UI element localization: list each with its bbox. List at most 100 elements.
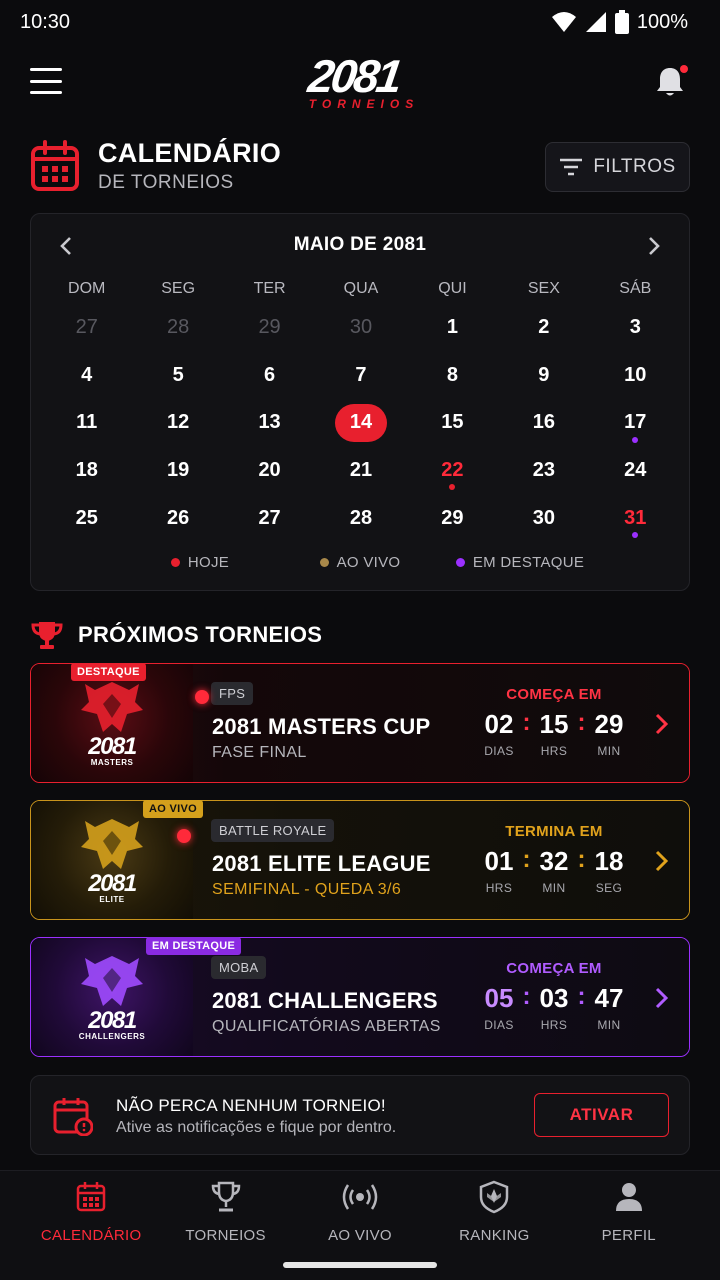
calendar-day[interactable]: 3 <box>590 304 681 352</box>
calendar-day[interactable]: 31 <box>590 494 681 542</box>
timer-unit-label: MIN <box>542 881 566 895</box>
calendar-card: MAIO DE 2081 DOM SEG TER QUA QUI SEX SÁB 27 28 2… <box>30 213 690 591</box>
calendar-day[interactable]: 20 <box>224 447 315 495</box>
calendar-day-number: 30 <box>349 316 373 339</box>
calendar-day[interactable]: 29 <box>407 494 498 542</box>
calendar-day[interactable]: 11 <box>41 399 132 447</box>
chevron-right-icon[interactable] <box>641 234 665 258</box>
calendar-day[interactable]: 26 <box>132 494 223 542</box>
trophy-icon <box>31 622 63 649</box>
timer-label: TERMINA EM <box>505 823 603 840</box>
calendar-day[interactable]: 21 <box>315 447 406 495</box>
calendar-day[interactable]: 12 <box>132 399 223 447</box>
tournament-card[interactable]: 2081 ELITE BATTLE ROYALE 2081 ELITE LEAG… <box>30 800 690 920</box>
legend-item: HOJE <box>125 554 275 571</box>
page-title: CALENDÁRIO <box>98 138 281 168</box>
calendar-day[interactable]: 15 <box>407 399 498 447</box>
calendar-day-number: 23 <box>532 459 555 482</box>
filters-label: FILTROS <box>593 156 676 177</box>
calendar-day[interactable]: 2 <box>498 304 589 352</box>
calendar-day-number: 13 <box>258 411 281 434</box>
calendar-day[interactable]: 24 <box>590 447 681 495</box>
calendar-day-number: 25 <box>75 506 98 529</box>
tournament-logo-text: 2081 <box>88 732 137 760</box>
timer-unit: 03 HRS <box>534 982 574 1032</box>
nav-item-ranking[interactable]: RANKING <box>427 1179 561 1244</box>
calendar-day-number: 6 <box>264 363 276 386</box>
calendar-day[interactable]: 28 <box>315 494 406 542</box>
home-indicator[interactable] <box>283 1262 437 1268</box>
calendar-day[interactable]: 1 <box>407 304 498 352</box>
calendar-day[interactable]: 18 <box>41 447 132 495</box>
battery-level: 100% <box>636 10 688 33</box>
calendar-day[interactable]: 9 <box>498 352 589 400</box>
calendar-day-number: 3 <box>629 316 641 339</box>
calendar-day[interactable]: 29 <box>224 304 315 352</box>
app-logo: 2081 TORNEIOS <box>268 50 440 110</box>
timer-unit-label: MIN <box>597 1018 621 1032</box>
calendar-day-number: 16 <box>532 411 555 434</box>
chevron-right-icon[interactable] <box>653 986 671 1010</box>
timer-value: 18 <box>594 846 624 876</box>
notification-bell-icon[interactable] <box>652 64 688 100</box>
timer-unit-label: HRS <box>485 881 513 895</box>
profile-icon <box>615 1183 642 1211</box>
genre-tag: FPS <box>211 682 254 705</box>
timer-value: 32 <box>539 846 569 876</box>
timer-separator: : <box>577 983 586 1010</box>
timer-unit: 02 DIAS <box>479 708 519 758</box>
calendar-day[interactable]: 23 <box>498 447 589 495</box>
calendar-day-number: 15 <box>441 411 464 434</box>
calendar-day[interactable]: 28 <box>132 304 223 352</box>
calendar-day[interactable]: 6 <box>224 352 315 400</box>
calendar-day[interactable]: 16 <box>498 399 589 447</box>
nav-item-torneios[interactable]: TORNEIOS <box>158 1179 292 1244</box>
calendar-day[interactable]: 27 <box>224 494 315 542</box>
timer-unit: 05 DIAS <box>479 982 519 1032</box>
menu-button[interactable] <box>30 68 62 94</box>
tournament-card[interactable]: 2081 CHALLENGERS MOBA 2081 CHALLENGERS Q… <box>30 937 690 1057</box>
calendar-day[interactable]: 22 <box>407 447 498 495</box>
legend-label: HOJE <box>187 554 230 571</box>
activate-button[interactable]: ATIVAR <box>534 1093 669 1137</box>
calendar-day-number: 22 <box>441 459 464 482</box>
calendar-month-label: MAIO DE 2081 <box>293 234 427 255</box>
calendar-day[interactable]: 7 <box>315 352 406 400</box>
calendar-day-number: 24 <box>624 459 647 482</box>
tournament-subtitle: SEMIFINAL - QUEDA 3/6 <box>212 881 402 898</box>
calendar-nav: MAIO DE 2081 <box>31 230 689 262</box>
page-title-row: CALENDÁRIO DE TORNEIOS FILTROS <box>30 138 690 198</box>
tournament-card[interactable]: 2081 MASTERS FPS 2081 MASTERS CUP FASE F… <box>30 663 690 783</box>
calendar-day-number: 20 <box>258 459 281 482</box>
weekday-label: SÁB <box>619 280 652 297</box>
tournament-logo-text: 2081 <box>88 869 137 897</box>
chevron-right-icon[interactable] <box>653 849 671 873</box>
notification-banner: NÃO PERCA NENHUM TORNEIO! Ative as notif… <box>30 1075 690 1155</box>
calendar-day-number: 1 <box>446 316 458 339</box>
legend-label: AO VIVO <box>336 554 401 571</box>
calendar-day[interactable]: 30 <box>498 494 589 542</box>
tournament-status-badge: EM DESTAQUE <box>146 937 242 955</box>
calendar-day[interactable]: 4 <box>41 352 132 400</box>
calendar-day-number: 29 <box>258 316 281 339</box>
calendar-day-today[interactable]: 14 <box>315 399 406 447</box>
calendar-day-number: 31 <box>624 506 647 529</box>
nav-item-ao-vivo[interactable]: AO VIVO <box>293 1179 427 1244</box>
calendar-day[interactable]: 30 <box>315 304 406 352</box>
calendar-day[interactable]: 13 <box>224 399 315 447</box>
calendar-day[interactable]: 17 <box>590 399 681 447</box>
calendar-day[interactable]: 5 <box>132 352 223 400</box>
calendar-day[interactable]: 10 <box>590 352 681 400</box>
calendar-day[interactable]: 27 <box>41 304 132 352</box>
battery-icon <box>614 10 629 34</box>
chevron-right-icon[interactable] <box>653 712 671 736</box>
calendar-day-number: 10 <box>624 363 647 386</box>
nav-item-calendário[interactable]: CALENDÁRIO <box>24 1179 158 1244</box>
calendar-day[interactable]: 19 <box>132 447 223 495</box>
calendar-day[interactable]: 25 <box>41 494 132 542</box>
calendar-day[interactable]: 8 <box>407 352 498 400</box>
calendar-weekdays: DOM SEG TER QUA QUI SEX SÁB <box>41 280 681 298</box>
filters-button[interactable]: FILTROS <box>545 142 690 192</box>
nav-item-perfil[interactable]: PERFIL <box>562 1179 696 1244</box>
tournament-logo-text: 2081 <box>88 1006 137 1034</box>
